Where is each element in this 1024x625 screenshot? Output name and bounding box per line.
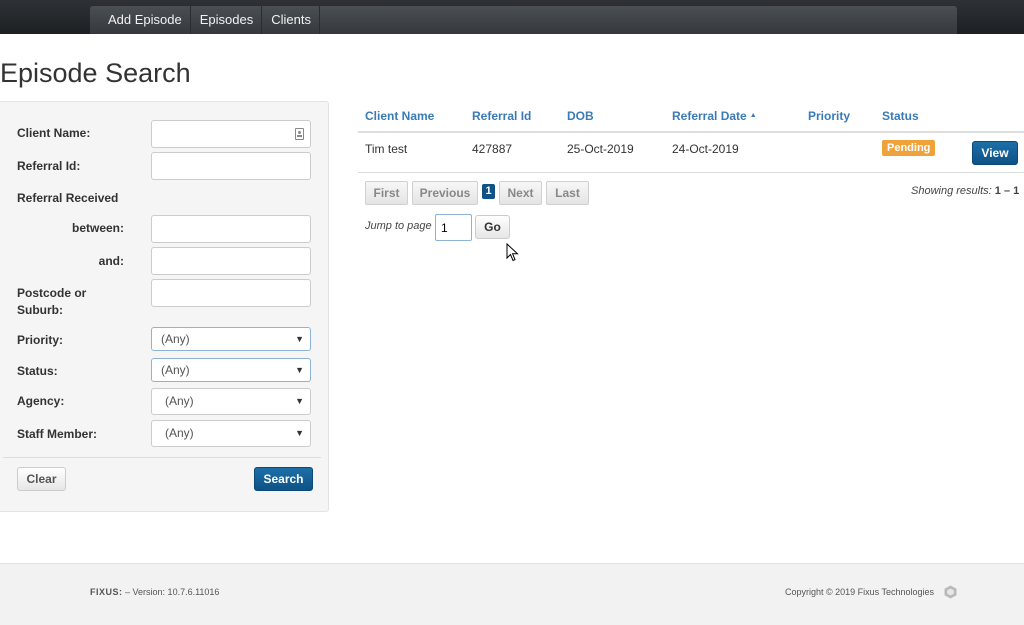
- nav-episodes[interactable]: Episodes: [191, 6, 263, 34]
- page-title: Episode Search: [0, 58, 191, 88]
- status-badge: Pending: [882, 140, 936, 156]
- main-nav: Add Episode Episodes Clients: [90, 6, 957, 34]
- footer-version-text: – Version: 10.7.6.11016: [125, 587, 220, 597]
- search-button[interactable]: Search: [254, 467, 313, 491]
- agency-select[interactable]: (Any) ▼: [151, 388, 311, 415]
- jump-to-page-label: Jump to page: [365, 220, 432, 232]
- agency-label: Agency:: [17, 394, 65, 408]
- staff-member-selected-value: (Any): [165, 426, 194, 440]
- status-selected-value: (Any): [161, 363, 190, 377]
- column-dob[interactable]: DOB: [567, 109, 594, 123]
- agency-selected-value: (Any): [165, 394, 194, 408]
- postcode-label-line1: Postcode or: [17, 286, 87, 300]
- footer: FIXUS: – Version: 10.7.6.11016 Copyright…: [0, 563, 1024, 625]
- fixus-logo-icon: [944, 585, 957, 599]
- table-header-divider: [358, 131, 1024, 133]
- footer-brand: FIXUS:: [90, 587, 123, 597]
- and-date-input[interactable]: [151, 247, 311, 275]
- between-date-input[interactable]: [151, 215, 311, 243]
- referral-received-label: Referral Received: [17, 191, 119, 205]
- mouse-pointer-icon: [506, 243, 519, 262]
- search-panel: Client Name: Referral Id: Referral Recei…: [0, 101, 329, 512]
- postcode-input[interactable]: [151, 279, 311, 307]
- column-status[interactable]: Status: [882, 109, 919, 123]
- priority-select[interactable]: (Any) ▼: [151, 327, 311, 351]
- column-referral-date-label: Referral Date: [672, 109, 747, 123]
- staff-member-select[interactable]: (Any) ▼: [151, 420, 311, 447]
- column-referral-id[interactable]: Referral Id: [472, 109, 531, 123]
- footer-copyright: Copyright © 2019 Fixus Technologies: [785, 587, 935, 597]
- jump-to-page-input[interactable]: [435, 214, 472, 241]
- showing-results-range: 1 – 1: [994, 185, 1020, 197]
- priority-label: Priority:: [17, 333, 64, 347]
- caret-down-icon: ▼: [295, 396, 304, 406]
- footer-version: FIXUS: – Version: 10.7.6.11016: [90, 587, 219, 597]
- staff-member-label: Staff Member:: [17, 427, 98, 441]
- client-name-label: Client Name:: [17, 126, 91, 140]
- last-page-button[interactable]: Last: [546, 181, 589, 205]
- row-referral-id: 427887: [472, 142, 513, 156]
- status-select[interactable]: (Any) ▼: [151, 358, 311, 382]
- caret-down-icon: ▼: [295, 334, 304, 344]
- view-button[interactable]: View: [972, 141, 1018, 165]
- sort-ascending-icon: ▲: [749, 112, 757, 119]
- referral-id-label: Referral Id:: [17, 159, 81, 173]
- column-priority[interactable]: Priority: [808, 109, 850, 123]
- postcode-label-line2: Suburb:: [17, 303, 63, 317]
- first-page-button[interactable]: First: [365, 181, 408, 205]
- table-row-divider: [358, 172, 1024, 173]
- panel-divider: [3, 457, 321, 458]
- contact-card-icon[interactable]: [295, 128, 304, 140]
- column-referral-date[interactable]: Referral Date ▲: [672, 109, 757, 123]
- next-page-button[interactable]: Next: [499, 181, 542, 205]
- row-client-name: Tim test: [365, 142, 408, 156]
- referral-id-input[interactable]: [151, 152, 311, 180]
- row-dob: 25-Oct-2019: [567, 142, 634, 156]
- and-label: and:: [98, 254, 124, 268]
- status-label: Status:: [17, 364, 58, 378]
- app-root: Add Episode Episodes Clients Episode Sea…: [0, 0, 1024, 625]
- showing-results-prefix: Showing results:: [911, 185, 992, 197]
- client-name-input[interactable]: [151, 120, 311, 148]
- between-label: between:: [71, 221, 124, 235]
- priority-selected-value: (Any): [161, 332, 190, 346]
- showing-results: Showing results: 1 – 1: [911, 185, 1019, 197]
- column-client-name[interactable]: Client Name: [365, 109, 434, 123]
- nav-add-episode[interactable]: Add Episode: [90, 6, 191, 34]
- clear-button[interactable]: Clear: [17, 467, 66, 491]
- previous-page-button[interactable]: Previous: [412, 181, 478, 205]
- nav-clients[interactable]: Clients: [262, 6, 320, 34]
- row-referral-date: 24-Oct-2019: [672, 142, 739, 156]
- caret-down-icon: ▼: [295, 428, 304, 438]
- current-page-indicator[interactable]: 1: [482, 184, 495, 199]
- go-button[interactable]: Go: [475, 215, 510, 239]
- caret-down-icon: ▼: [295, 365, 304, 375]
